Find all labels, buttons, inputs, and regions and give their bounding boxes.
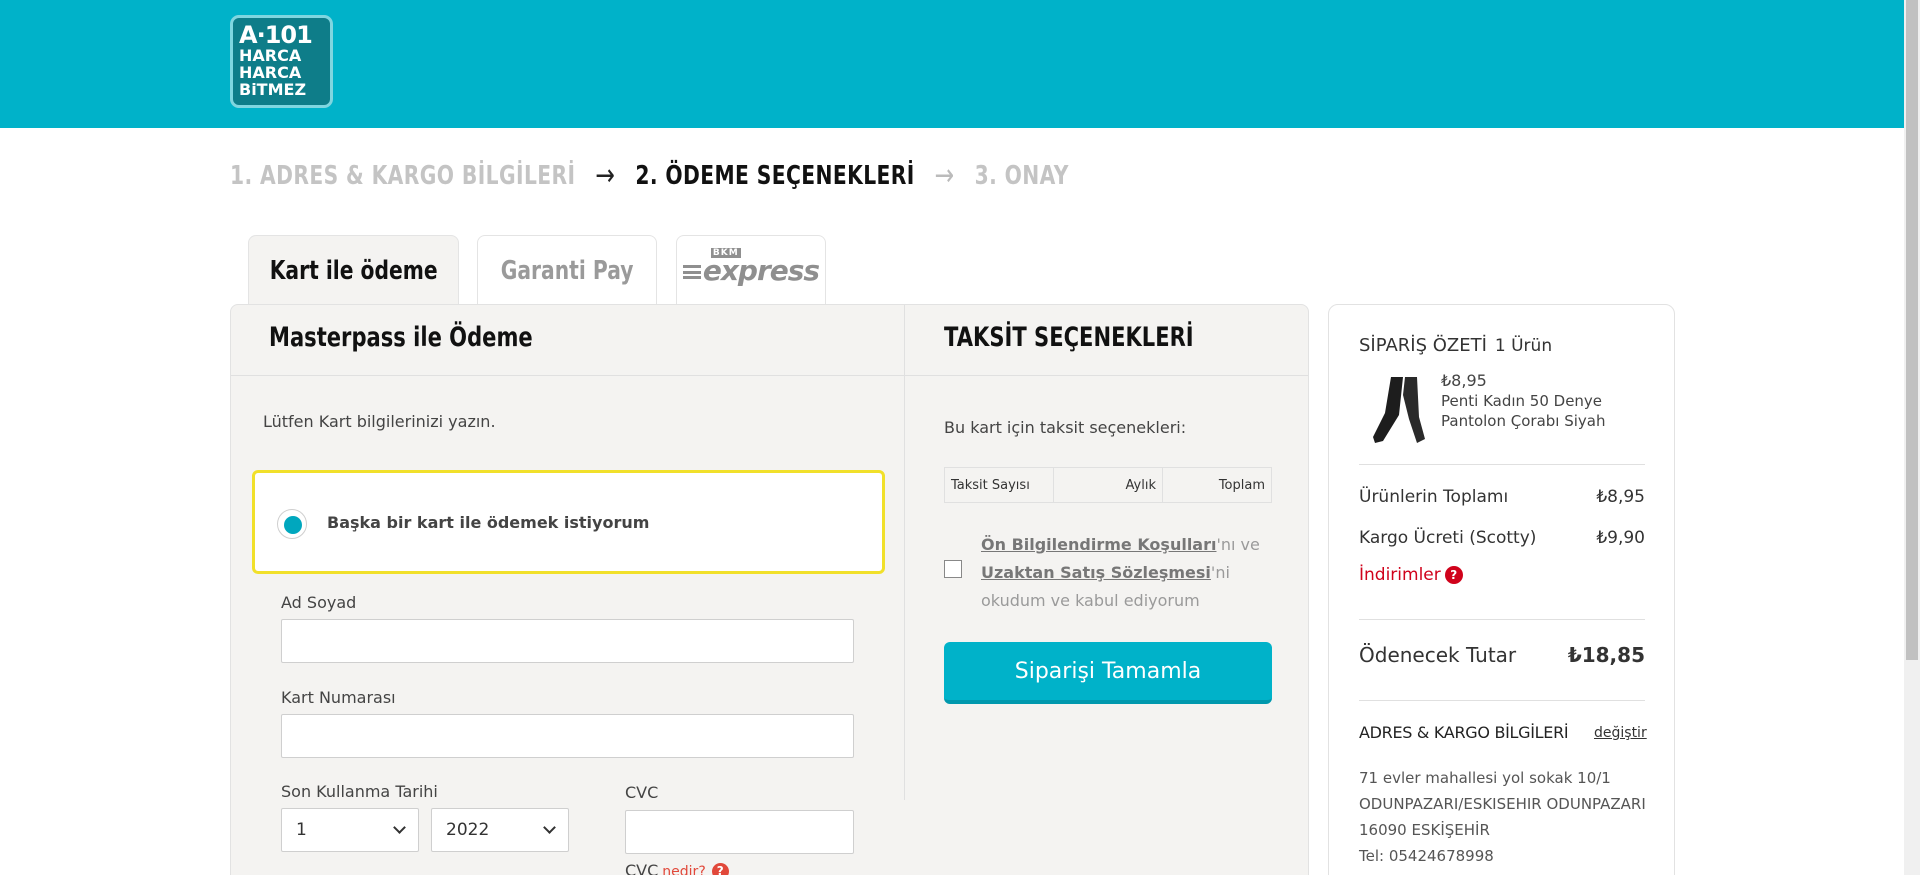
step-arrow-icon: → (934, 158, 955, 193)
a101-logo[interactable]: A·101 HARCA HARCA BiTMEZ (230, 15, 333, 108)
expiry-year-select[interactable]: 2022 (431, 808, 569, 852)
product-image[interactable] (1369, 375, 1425, 447)
address-line: 71 evler mahallesi yol sokak 10/1 (1359, 769, 1611, 787)
chevron-down-icon (543, 821, 556, 834)
bkm-express-logo: BKM express (682, 248, 820, 287)
tab-label: Kart ile ödeme (269, 255, 438, 286)
discounts-row[interactable]: İndirimler? (1359, 565, 1463, 585)
tab-label: Garanti Pay (500, 255, 634, 286)
tab-bkm-express[interactable]: BKM express (676, 235, 826, 305)
question-icon[interactable]: ? (1444, 566, 1463, 584)
bkm-mini-label: BKM (710, 248, 741, 258)
order-summary: SİPARİŞ ÖZETİ 1 Ürün ₺8,95 Penti Kadın 50… (1328, 304, 1675, 875)
address-line: ODUNPAZARI/ESKISEHIR ODUNPAZARI (1359, 795, 1646, 813)
panel-divider (904, 305, 905, 800)
cvc-help: CVC nedir?? (625, 861, 729, 875)
product-price: ₺8,95 (1441, 371, 1487, 390)
discounts-label: İndirimler (1359, 565, 1441, 585)
speed-lines-icon (682, 265, 701, 279)
table-header-count: Taksit Sayısı (945, 468, 1054, 502)
name-field[interactable] (281, 619, 854, 663)
panel-divider (231, 375, 1308, 376)
shipping-row: Kargo Ücreti (Scotty) ₺9,90 (1359, 528, 1645, 548)
summary-divider (1359, 464, 1645, 465)
logo-line: HARCA (239, 63, 302, 82)
distance-sales-link[interactable]: Uzaktan Satış Sözleşmesi (981, 563, 1211, 582)
shipping-label: Kargo Ücreti (Scotty) (1359, 528, 1537, 548)
cvc-label: CVC (625, 783, 659, 802)
chevron-down-icon (393, 821, 406, 834)
other-card-option[interactable]: Başka bir kart ile ödemek istiyorum (252, 470, 885, 574)
header-bar: A·101 HARCA HARCA BiTMEZ (0, 0, 1904, 128)
products-total-value: ₺8,95 (1596, 487, 1645, 507)
expiry-year-value: 2022 (446, 820, 490, 840)
payable-value: ₺18,85 (1567, 643, 1645, 667)
products-total-row: Ürünlerin Toplamı ₺8,95 (1359, 487, 1645, 507)
cvc-help-label: CVC (625, 861, 659, 875)
checkout-steps: 1. ADRES & KARGO BİLGİLERİ → 2. ÖDEME SE… (230, 158, 1069, 193)
logo-line: HARCA (239, 46, 302, 65)
table-header-total: Toplam (1218, 477, 1265, 493)
payment-panel: Masterpass ile Ödeme Lütfen Kart bilgile… (230, 304, 1309, 875)
item-count: 1 Ürün (1494, 336, 1553, 356)
shipping-value: ₺9,90 (1596, 528, 1645, 548)
question-icon[interactable]: ? (711, 863, 729, 875)
preinfo-terms-link[interactable]: Ön Bilgilendirme Koşulları (981, 535, 1216, 554)
payable-label: Ödenecek Tutar (1359, 643, 1517, 667)
address-phone: Tel: 05424678998 (1359, 847, 1494, 865)
address-title: ADRES & KARGO BİLGİLERİ (1359, 723, 1569, 742)
tab-card-payment[interactable]: Kart ile ödeme (248, 235, 459, 305)
bkm-express-text: express (702, 254, 820, 287)
installments-subtitle: Bu kart için taksit seçenekleri: (944, 418, 1187, 437)
address-block: 71 evler mahallesi yol sokak 10/1 ODUNPA… (1359, 765, 1646, 869)
complete-order-button[interactable]: Siparişi Tamamla (944, 642, 1272, 704)
products-total-label: Ürünlerin Toplamı (1359, 487, 1509, 507)
other-card-label: Başka bir kart ile ödemek istiyorum (327, 513, 650, 532)
card-number-label: Kart Numarası (281, 688, 396, 707)
summary-title: SİPARİŞ ÖZETİ 1 Ürün (1359, 335, 1552, 356)
logo-line: A·101 (239, 21, 313, 49)
product-name[interactable]: Penti Kadın 50 Denye Pantolon Çorabı Siy… (1441, 391, 1641, 431)
cvc-help-link[interactable]: nedir? (662, 864, 705, 875)
cvc-field[interactable] (625, 810, 854, 854)
tab-garanti-pay[interactable]: Garanti Pay (477, 235, 657, 305)
summary-title-text: SİPARİŞ ÖZETİ (1359, 335, 1487, 356)
installments-table: Taksit Sayısı Aylık Toplam (944, 467, 1272, 503)
expiry-label: Son Kullanma Tarihi (281, 782, 438, 801)
scrollbar-thumb[interactable] (1906, 0, 1918, 660)
logo-line: BiTMEZ (239, 80, 307, 99)
terms-checkbox[interactable] (944, 560, 962, 578)
step-address[interactable]: 1. ADRES & KARGO BİLGİLERİ (230, 161, 575, 191)
payable-row: Ödenecek Tutar ₺18,85 (1359, 643, 1645, 667)
address-line: 16090 ESKİŞEHİR (1359, 821, 1490, 839)
table-header-monthly: Aylık (1054, 468, 1163, 502)
address-edit-link[interactable]: değiştir (1594, 725, 1647, 741)
installments-title: TAKSİT SEÇENEKLERİ (944, 322, 1194, 353)
step-confirm: 3. ONAY (974, 160, 1069, 191)
terms-connector: 'nı ve (1216, 535, 1260, 554)
terms-text: Ön Bilgilendirme Koşulları'nı ve Uzaktan… (981, 531, 1281, 615)
card-instruction: Lütfen Kart bilgilerinizi yazın. (263, 412, 496, 431)
masterpass-title: Masterpass ile Ödeme (269, 322, 533, 353)
expiry-month-value: 1 (296, 820, 307, 840)
name-label: Ad Soyad (281, 593, 357, 612)
summary-divider (1359, 700, 1645, 701)
step-payment: 2. ÖDEME SEÇENEKLERİ (635, 160, 915, 191)
step-arrow-icon: → (595, 158, 616, 193)
summary-divider (1359, 619, 1645, 620)
card-number-field[interactable] (281, 714, 854, 758)
expiry-month-select[interactable]: 1 (281, 808, 419, 852)
page-scrollbar[interactable] (1904, 0, 1920, 875)
radio-selected-icon[interactable] (277, 509, 307, 539)
